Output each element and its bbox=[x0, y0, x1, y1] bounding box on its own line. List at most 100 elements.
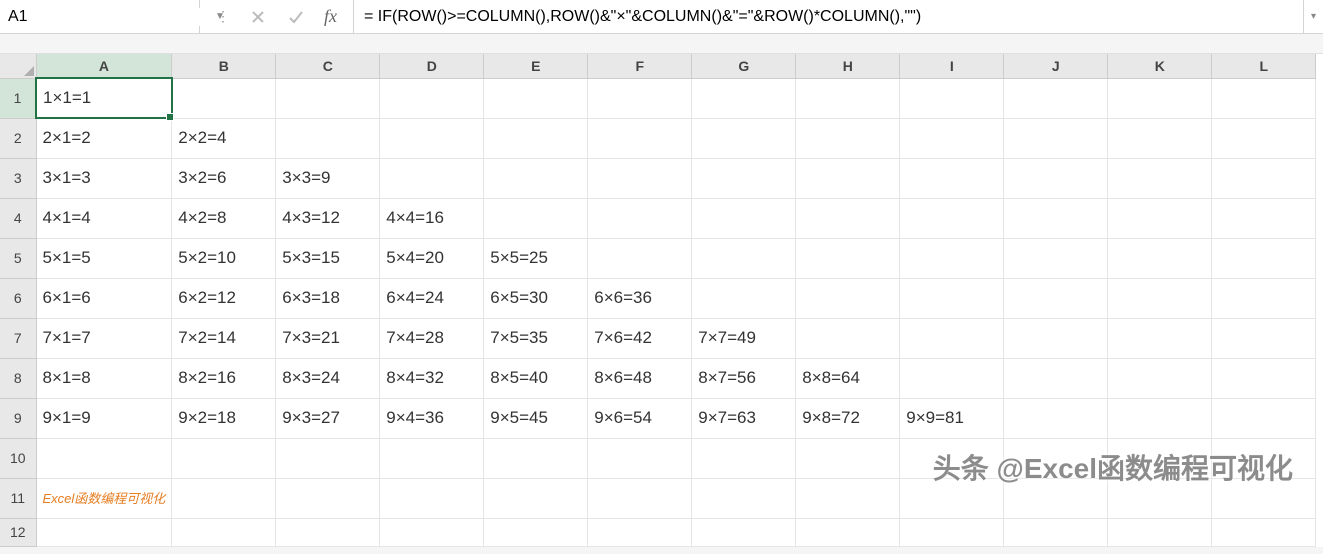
cell-L2[interactable] bbox=[1212, 118, 1316, 158]
cell-E5[interactable]: 5×5=25 bbox=[484, 238, 588, 278]
cell-D2[interactable] bbox=[380, 118, 484, 158]
column-header-C[interactable]: C bbox=[276, 54, 380, 78]
column-header-L[interactable]: L bbox=[1212, 54, 1316, 78]
cell-E11[interactable] bbox=[484, 478, 588, 518]
cell-H3[interactable] bbox=[796, 158, 900, 198]
spreadsheet-grid[interactable]: ABCDEFGHIJKL 11×1=122×1=22×2=433×1=33×2=… bbox=[0, 54, 1323, 547]
cell-J12[interactable] bbox=[1004, 518, 1108, 546]
cell-J5[interactable] bbox=[1004, 238, 1108, 278]
cell-E4[interactable] bbox=[484, 198, 588, 238]
cell-C2[interactable] bbox=[276, 118, 380, 158]
cell-F11[interactable] bbox=[588, 478, 692, 518]
cell-E7[interactable]: 7×5=35 bbox=[484, 318, 588, 358]
row-header-5[interactable]: 5 bbox=[0, 238, 36, 278]
cell-A12[interactable] bbox=[36, 518, 172, 546]
insert-function-button[interactable]: fx bbox=[324, 6, 337, 27]
cell-C10[interactable] bbox=[276, 438, 380, 478]
cell-I2[interactable] bbox=[900, 118, 1004, 158]
cell-G2[interactable] bbox=[692, 118, 796, 158]
cell-J3[interactable] bbox=[1004, 158, 1108, 198]
cell-C3[interactable]: 3×3=9 bbox=[276, 158, 380, 198]
column-header-J[interactable]: J bbox=[1004, 54, 1108, 78]
cell-C11[interactable] bbox=[276, 478, 380, 518]
cell-B7[interactable]: 7×2=14 bbox=[172, 318, 276, 358]
cell-G8[interactable]: 8×7=56 bbox=[692, 358, 796, 398]
cell-L12[interactable] bbox=[1212, 518, 1316, 546]
cell-D8[interactable]: 8×4=32 bbox=[380, 358, 484, 398]
cell-J8[interactable] bbox=[1004, 358, 1108, 398]
cell-C9[interactable]: 9×3=27 bbox=[276, 398, 380, 438]
cell-H8[interactable]: 8×8=64 bbox=[796, 358, 900, 398]
cell-L5[interactable] bbox=[1212, 238, 1316, 278]
cell-D3[interactable] bbox=[380, 158, 484, 198]
row-header-7[interactable]: 7 bbox=[0, 318, 36, 358]
cell-G4[interactable] bbox=[692, 198, 796, 238]
cell-A7[interactable]: 7×1=7 bbox=[36, 318, 172, 358]
cell-J2[interactable] bbox=[1004, 118, 1108, 158]
cell-J4[interactable] bbox=[1004, 198, 1108, 238]
enter-icon[interactable] bbox=[286, 7, 306, 27]
cell-G11[interactable] bbox=[692, 478, 796, 518]
cell-C6[interactable]: 6×3=18 bbox=[276, 278, 380, 318]
cell-E6[interactable]: 6×5=30 bbox=[484, 278, 588, 318]
cell-J7[interactable] bbox=[1004, 318, 1108, 358]
cell-H1[interactable] bbox=[796, 78, 900, 118]
cell-A5[interactable]: 5×1=5 bbox=[36, 238, 172, 278]
drag-handle-icon[interactable]: ⋮ bbox=[216, 8, 230, 25]
cell-I12[interactable] bbox=[900, 518, 1004, 546]
cell-K10[interactable] bbox=[1108, 438, 1212, 478]
cell-C8[interactable]: 8×3=24 bbox=[276, 358, 380, 398]
column-header-E[interactable]: E bbox=[484, 54, 588, 78]
cell-L8[interactable] bbox=[1212, 358, 1316, 398]
cell-D6[interactable]: 6×4=24 bbox=[380, 278, 484, 318]
cell-G1[interactable] bbox=[692, 78, 796, 118]
cell-J6[interactable] bbox=[1004, 278, 1108, 318]
cell-J9[interactable] bbox=[1004, 398, 1108, 438]
cell-I11[interactable] bbox=[900, 478, 1004, 518]
cell-I1[interactable] bbox=[900, 78, 1004, 118]
cell-J11[interactable] bbox=[1004, 478, 1108, 518]
cell-F10[interactable] bbox=[588, 438, 692, 478]
cell-F8[interactable]: 8×6=48 bbox=[588, 358, 692, 398]
row-header-1[interactable]: 1 bbox=[0, 78, 36, 118]
cell-A9[interactable]: 9×1=9 bbox=[36, 398, 172, 438]
cell-H9[interactable]: 9×8=72 bbox=[796, 398, 900, 438]
cell-D11[interactable] bbox=[380, 478, 484, 518]
cell-K6[interactable] bbox=[1108, 278, 1212, 318]
cell-F5[interactable] bbox=[588, 238, 692, 278]
row-header-9[interactable]: 9 bbox=[0, 398, 36, 438]
cell-H7[interactable] bbox=[796, 318, 900, 358]
cell-I6[interactable] bbox=[900, 278, 1004, 318]
row-header-6[interactable]: 6 bbox=[0, 278, 36, 318]
cell-I5[interactable] bbox=[900, 238, 1004, 278]
cell-D1[interactable] bbox=[380, 78, 484, 118]
cell-B10[interactable] bbox=[172, 438, 276, 478]
cell-L1[interactable] bbox=[1212, 78, 1316, 118]
cell-I4[interactable] bbox=[900, 198, 1004, 238]
cell-K7[interactable] bbox=[1108, 318, 1212, 358]
cell-H2[interactable] bbox=[796, 118, 900, 158]
column-header-I[interactable]: I bbox=[900, 54, 1004, 78]
cell-A11[interactable]: Excel函数编程可视化 bbox=[36, 478, 172, 518]
cell-E8[interactable]: 8×5=40 bbox=[484, 358, 588, 398]
cell-H12[interactable] bbox=[796, 518, 900, 546]
cell-E10[interactable] bbox=[484, 438, 588, 478]
column-header-A[interactable]: A bbox=[36, 54, 172, 78]
cell-E1[interactable] bbox=[484, 78, 588, 118]
cell-J10[interactable] bbox=[1004, 438, 1108, 478]
cell-G7[interactable]: 7×7=49 bbox=[692, 318, 796, 358]
column-header-D[interactable]: D bbox=[380, 54, 484, 78]
row-header-10[interactable]: 10 bbox=[0, 438, 36, 478]
cell-A10[interactable] bbox=[36, 438, 172, 478]
cell-E9[interactable]: 9×5=45 bbox=[484, 398, 588, 438]
cell-F12[interactable] bbox=[588, 518, 692, 546]
cell-H4[interactable] bbox=[796, 198, 900, 238]
cell-D7[interactable]: 7×4=28 bbox=[380, 318, 484, 358]
cell-C1[interactable] bbox=[276, 78, 380, 118]
cell-I3[interactable] bbox=[900, 158, 1004, 198]
column-header-F[interactable]: F bbox=[588, 54, 692, 78]
cell-K12[interactable] bbox=[1108, 518, 1212, 546]
cell-B8[interactable]: 8×2=16 bbox=[172, 358, 276, 398]
cell-D12[interactable] bbox=[380, 518, 484, 546]
cell-J1[interactable] bbox=[1004, 78, 1108, 118]
